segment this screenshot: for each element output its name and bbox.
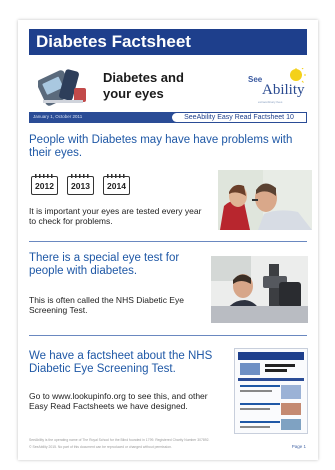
section3-heading: We have a factsheet about the NHS Diabet… — [29, 350, 213, 375]
calendar-year: 2012 — [35, 181, 54, 191]
calendar-icon: 2014 — [103, 174, 130, 195]
calendar-icon: 2012 — [31, 174, 58, 195]
glucose-meter-icon — [38, 69, 86, 106]
footer-charity-note: SeeAbility is the operating name of The … — [29, 438, 210, 442]
publish-date: January 1, October 2011 — [33, 114, 83, 119]
logo-tagline: extraordinary lives — [258, 100, 283, 104]
page-subtitle: Diabetes and your eyes — [103, 70, 184, 101]
factsheet-page: Diabetes Factsheet Diabetes and your eye… — [18, 20, 318, 460]
calendar-icon: 2013 — [67, 174, 94, 195]
eye-exam-photo — [218, 170, 312, 230]
factsheet-thumbnail — [234, 348, 308, 434]
section2-heading: There is a special eye test for people w… — [29, 252, 180, 277]
title-bar: Diabetes Factsheet — [29, 29, 307, 55]
logo-text-see: See — [248, 75, 263, 84]
page-number: Page 1 — [291, 444, 306, 449]
section-divider — [29, 335, 307, 336]
series-label: SeeAbility Easy Read Factsheet 10 — [171, 112, 307, 123]
eye-screening-photo — [211, 256, 308, 323]
logo-text-ability: Ability — [262, 82, 305, 98]
section1-body: It is important your eyes are tested eve… — [29, 206, 202, 226]
section2-body: This is often called the NHS Diabetic Ey… — [29, 295, 184, 315]
calendar-year: 2014 — [107, 181, 126, 191]
section1-heading: People with Diabetes may have have probl… — [29, 134, 293, 159]
page-title: Diabetes Factsheet — [36, 32, 191, 51]
date-bar: January 1, October 2011 SeeAbility Easy … — [29, 112, 307, 123]
calendar-year: 2013 — [71, 181, 90, 191]
footer-copyright: © SeeAbility 2015. No part of this docum… — [29, 445, 172, 449]
section3-body: Go to www.lookupinfo.org to see this, an… — [29, 391, 208, 411]
section-divider — [29, 241, 307, 242]
